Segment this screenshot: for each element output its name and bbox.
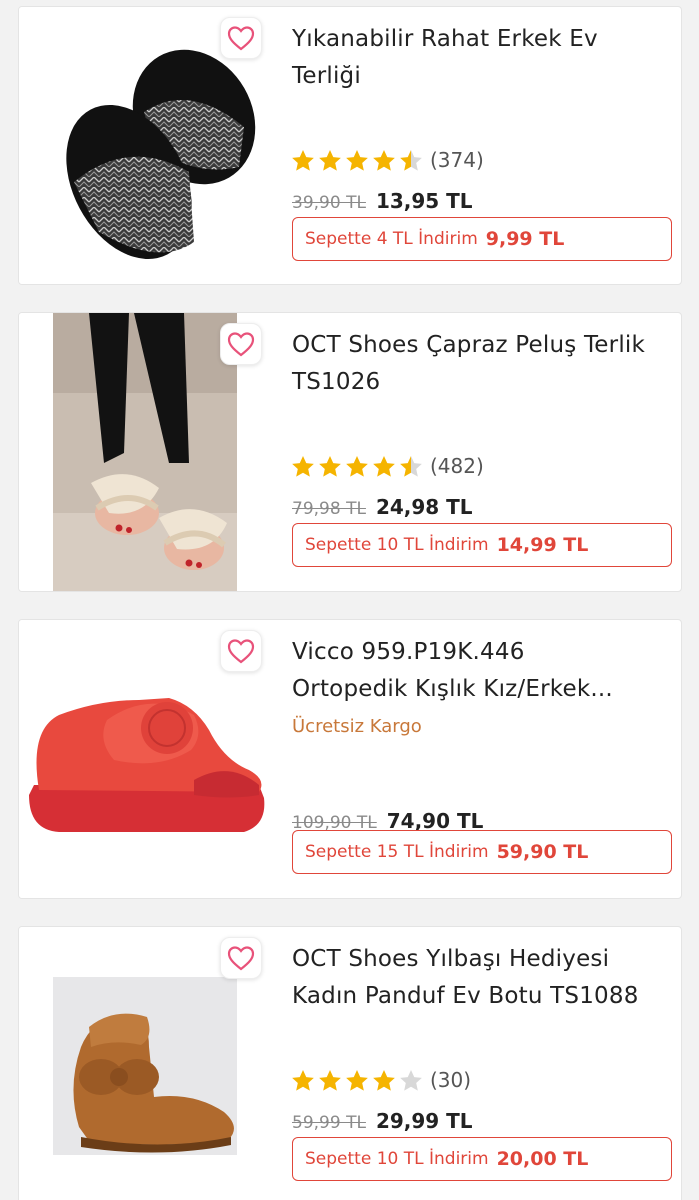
basket-discount-box: Sepette 10 TL İndirim 14,99 TL — [292, 523, 672, 567]
product-title[interactable]: OCT Shoes Yılbaşı Hediyesi Kadın Panduf … — [292, 941, 671, 1015]
prices: 79,98 TL 24,98 TL — [292, 495, 473, 519]
new-price: 13,95 TL — [375, 189, 473, 213]
star-icon — [346, 456, 368, 477]
product-title[interactable]: Vicco 959.P19K.446 Ortopedik Kışlık Kız/… — [292, 634, 671, 708]
product-title-line: Terliği — [292, 63, 361, 89]
product-title[interactable]: OCT Shoes Çapraz Peluş Terlik TS1026 — [292, 327, 671, 401]
product-title-line: TS1026 — [292, 369, 381, 395]
review-count: (374) — [430, 148, 484, 172]
product-title-line: OCT Shoes Çapraz Peluş Terlik — [292, 332, 646, 358]
basket-discount-text: Sepette 10 TL İndirim — [305, 1149, 489, 1169]
product-info: OCT Shoes Yılbaşı Hediyesi Kadın Panduf … — [290, 941, 672, 1195]
star-icon — [373, 1070, 395, 1091]
heart-icon — [227, 332, 255, 357]
star-icon — [373, 150, 395, 171]
basket-price: 9,99 TL — [485, 228, 565, 250]
product-title-line: Kadın Panduf Ev Botu TS1088 — [292, 983, 639, 1009]
product-card[interactable]: OCT Shoes Çapraz Peluş Terlik TS1026 (48… — [18, 312, 682, 592]
star-icon — [319, 150, 341, 171]
star-icon — [400, 1070, 422, 1091]
star-icon — [292, 456, 314, 477]
prices: 39,90 TL 13,95 TL — [292, 189, 473, 213]
favorite-button[interactable] — [220, 17, 262, 59]
star-icon — [292, 150, 314, 171]
review-count: (30) — [430, 1068, 472, 1092]
favorite-button[interactable] — [220, 630, 262, 672]
product-info: Yıkanabilir Rahat Erkek Ev Terliği (374)… — [290, 21, 672, 274]
old-price: 39,90 TL — [292, 193, 366, 213]
prices: 59,99 TL 29,99 TL — [292, 1109, 473, 1133]
star-icon — [373, 456, 395, 477]
product-info: OCT Shoes Çapraz Peluş Terlik TS1026 (48… — [290, 327, 672, 581]
rating: (482) — [290, 453, 484, 479]
basket-discount-box: Sepette 15 TL İndirim 59,90 TL — [292, 830, 672, 874]
heart-icon — [227, 26, 255, 51]
star-icon — [400, 150, 422, 171]
product-title-line: OCT Shoes Yılbaşı Hediyesi — [292, 946, 610, 972]
basket-price: 20,00 TL — [496, 1148, 589, 1170]
review-count: (482) — [430, 454, 484, 478]
product-title-line: Vicco 959.P19K.446 — [292, 639, 525, 665]
basket-discount-text: Sepette 10 TL İndirim — [305, 535, 489, 555]
product-title-line: Ortopedik Kışlık Kız/Erkek... — [292, 676, 613, 702]
star-icon — [319, 1070, 341, 1091]
heart-icon — [227, 946, 255, 971]
basket-discount-text: Sepette 4 TL İndirim — [305, 229, 478, 249]
product-title[interactable]: Yıkanabilir Rahat Erkek Ev Terliği — [292, 21, 671, 95]
new-price: 24,98 TL — [375, 495, 473, 519]
product-card[interactable]: Vicco 959.P19K.446 Ortopedik Kışlık Kız/… — [18, 619, 682, 899]
rating-stars — [290, 147, 425, 173]
basket-price: 59,90 TL — [496, 841, 589, 863]
product-list: Yıkanabilir Rahat Erkek Ev Terliği (374)… — [0, 0, 699, 1200]
product-card[interactable]: Yıkanabilir Rahat Erkek Ev Terliği (374)… — [18, 6, 682, 285]
heart-icon — [227, 639, 255, 664]
free-shipping-badge: Ücretsiz Kargo — [292, 716, 422, 737]
star-icon — [400, 456, 422, 477]
rating-stars — [290, 1067, 425, 1093]
rating: (374) — [290, 147, 484, 173]
product-info: Vicco 959.P19K.446 Ortopedik Kışlık Kız/… — [292, 634, 672, 888]
old-price: 79,98 TL — [292, 499, 366, 519]
favorite-button[interactable] — [220, 937, 262, 979]
product-card[interactable]: OCT Shoes Yılbaşı Hediyesi Kadın Panduf … — [18, 926, 682, 1200]
star-icon — [292, 1070, 314, 1091]
basket-discount-text: Sepette 15 TL İndirim — [305, 842, 489, 862]
rating: (30) — [290, 1067, 471, 1093]
basket-discount-box: Sepette 4 TL İndirim 9,99 TL — [292, 217, 672, 261]
star-icon — [346, 1070, 368, 1091]
old-price: 59,99 TL — [292, 1113, 366, 1133]
rating-stars — [290, 453, 425, 479]
star-icon — [319, 456, 341, 477]
new-price: 29,99 TL — [375, 1109, 473, 1133]
star-icon — [346, 150, 368, 171]
basket-price: 14,99 TL — [496, 534, 589, 556]
product-title-line: Yıkanabilir Rahat Erkek Ev — [292, 26, 598, 52]
favorite-button[interactable] — [220, 323, 262, 365]
basket-discount-box: Sepette 10 TL İndirim 20,00 TL — [292, 1137, 672, 1181]
